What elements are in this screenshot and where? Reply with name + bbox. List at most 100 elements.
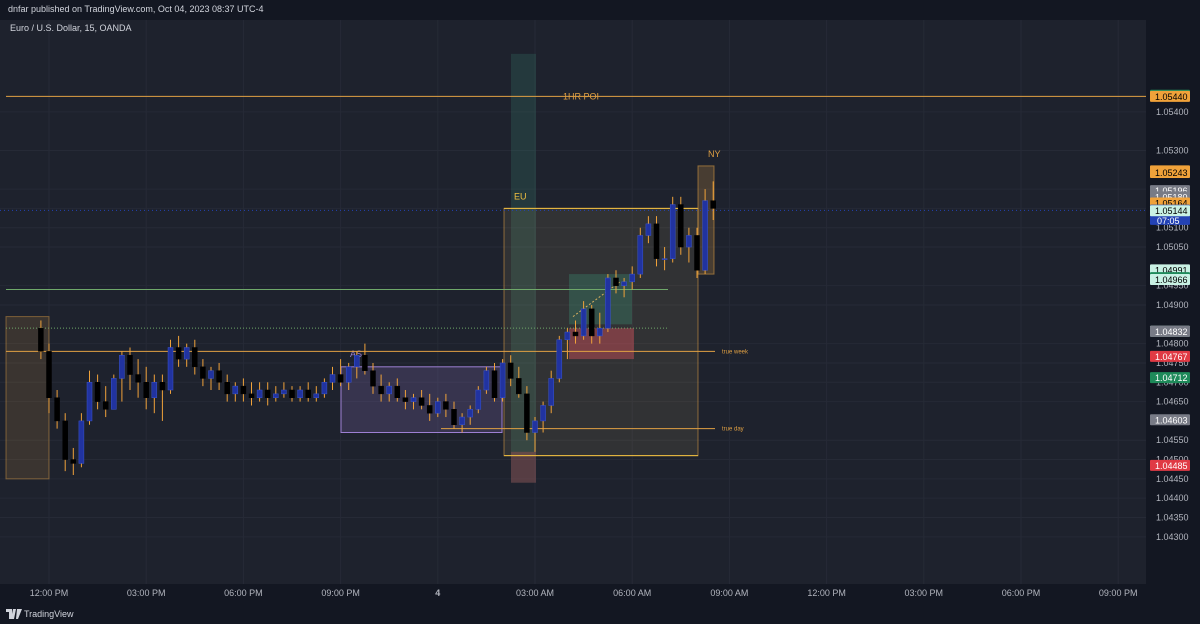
- eu-low-highlight: [511, 451, 536, 483]
- price-label-text: 1.05144: [1155, 206, 1188, 216]
- candle-body: [645, 223, 652, 236]
- candle-body: [240, 385, 247, 395]
- footer-bar: TradingView: [0, 604, 1200, 624]
- price-tick-label: 1.04300: [1156, 532, 1189, 542]
- candle-body: [102, 401, 109, 410]
- price-tick-label: 1.04450: [1156, 474, 1189, 484]
- time-tick-label: 09:00 PM: [321, 588, 360, 598]
- candle-body: [159, 382, 166, 391]
- candle-body: [78, 420, 85, 464]
- candle-body: [524, 393, 530, 433]
- price-tick-label: 1.05300: [1156, 145, 1189, 155]
- candle-body: [572, 331, 579, 337]
- candle-body: [483, 370, 490, 391]
- candle-body: [435, 401, 441, 414]
- price-tick-label: 1.04400: [1156, 493, 1189, 503]
- time-tick-label: 06:00 PM: [224, 588, 263, 598]
- candle-body: [402, 397, 409, 402]
- symbol-title: Euro / U.S. Dollar, 15, OANDA: [10, 23, 132, 33]
- candle-body: [556, 339, 563, 379]
- candle-body: [678, 204, 684, 248]
- candle-body: [337, 374, 344, 383]
- publish-header: dnfar published on TradingView.com, Oct …: [0, 0, 1200, 20]
- candle-body: [580, 308, 587, 337]
- candle-body: [637, 235, 644, 275]
- candle-body: [532, 420, 538, 433]
- candle-body: [426, 405, 433, 414]
- candle-body: [86, 382, 93, 422]
- candle-body: [451, 409, 457, 426]
- time-tick-label: 03:00 PM: [127, 588, 166, 598]
- candle-body: [629, 273, 635, 283]
- candle-body: [345, 366, 352, 383]
- candle-body: [321, 382, 328, 395]
- candle-body: [410, 397, 417, 402]
- price-label-text: 1.04485: [1155, 461, 1188, 471]
- candle-body: [443, 401, 449, 410]
- candle-body: [183, 347, 190, 360]
- price-tick-label: 1.04900: [1156, 300, 1189, 310]
- candle-body: [200, 366, 206, 379]
- countdown-label: 07:05: [1157, 216, 1180, 226]
- candle-body: [378, 385, 384, 395]
- price-tick-label: 1.04650: [1156, 397, 1189, 407]
- candle-body: [313, 393, 320, 398]
- ny-session-label: NY: [708, 149, 721, 159]
- time-tick-label: 03:00 AM: [516, 588, 554, 598]
- candle-body: [507, 362, 514, 379]
- candle-body: [702, 200, 708, 271]
- chart-area[interactable]: AS EU NY 1HR POI true week true day 1.05400 1.0…: [0, 20, 1200, 604]
- candle-body: [256, 389, 263, 398]
- candle-body: [394, 385, 401, 398]
- candle-body: [459, 416, 465, 426]
- time-tick-label: 06:00 PM: [1002, 588, 1041, 598]
- price-label-text: 1.04966: [1155, 275, 1188, 285]
- candle-body: [216, 370, 222, 383]
- true-week-label: true week: [722, 349, 749, 355]
- price-tick-label: 1.04550: [1156, 435, 1189, 445]
- candle-body: [289, 389, 295, 398]
- time-tick-label: 09:00 AM: [710, 588, 748, 598]
- price-tick-label: 1.05400: [1156, 107, 1189, 117]
- candle-body: [669, 204, 676, 259]
- poi-line-label: 1HR POI: [563, 91, 599, 101]
- time-tick-label: 09:00 PM: [1099, 588, 1138, 598]
- candle-body: [540, 405, 546, 422]
- candle-body: [281, 389, 287, 395]
- candle-body: [297, 389, 303, 398]
- candle-body: [119, 354, 125, 379]
- true-day-label: true day: [722, 427, 744, 433]
- candle-body: [135, 374, 141, 383]
- candle-body: [273, 393, 279, 398]
- candle-body: [151, 382, 158, 398]
- candle-body: [232, 385, 239, 395]
- price-chart[interactable]: ASEUNY1HR POItrue weektrue day1.054001.0…: [0, 20, 1200, 604]
- candle-body: [143, 382, 149, 398]
- price-label-text: 1.04712: [1155, 373, 1188, 383]
- candle-body: [248, 393, 255, 398]
- candle-body: [564, 331, 571, 341]
- candle-body: [418, 397, 425, 406]
- price-label-text: 1.04603: [1155, 415, 1188, 425]
- candle-body: [613, 277, 619, 286]
- tradingview-brand: TradingView: [24, 609, 74, 619]
- tradingview-logo-icon: [6, 609, 22, 619]
- candle-body: [70, 459, 77, 464]
- time-tick-label: 03:00 PM: [905, 588, 944, 598]
- candle-body: [386, 385, 392, 395]
- candle-body: [38, 327, 44, 352]
- candle-body: [362, 354, 368, 371]
- candle-body: [621, 281, 627, 286]
- candle-body: [661, 258, 668, 260]
- publish-info: dnfar published on TradingView.com, Oct …: [8, 4, 264, 14]
- time-tick-label: 06:00 AM: [613, 588, 651, 598]
- candle-body: [175, 347, 182, 360]
- time-tick-label: 4: [435, 588, 440, 598]
- candle-body: [354, 354, 360, 368]
- eu-session-label: EU: [514, 191, 527, 201]
- candle-body: [475, 389, 482, 410]
- candle-body: [516, 378, 522, 395]
- candle-body: [208, 370, 214, 379]
- candle-body: [548, 378, 554, 406]
- candle-body: [653, 223, 660, 259]
